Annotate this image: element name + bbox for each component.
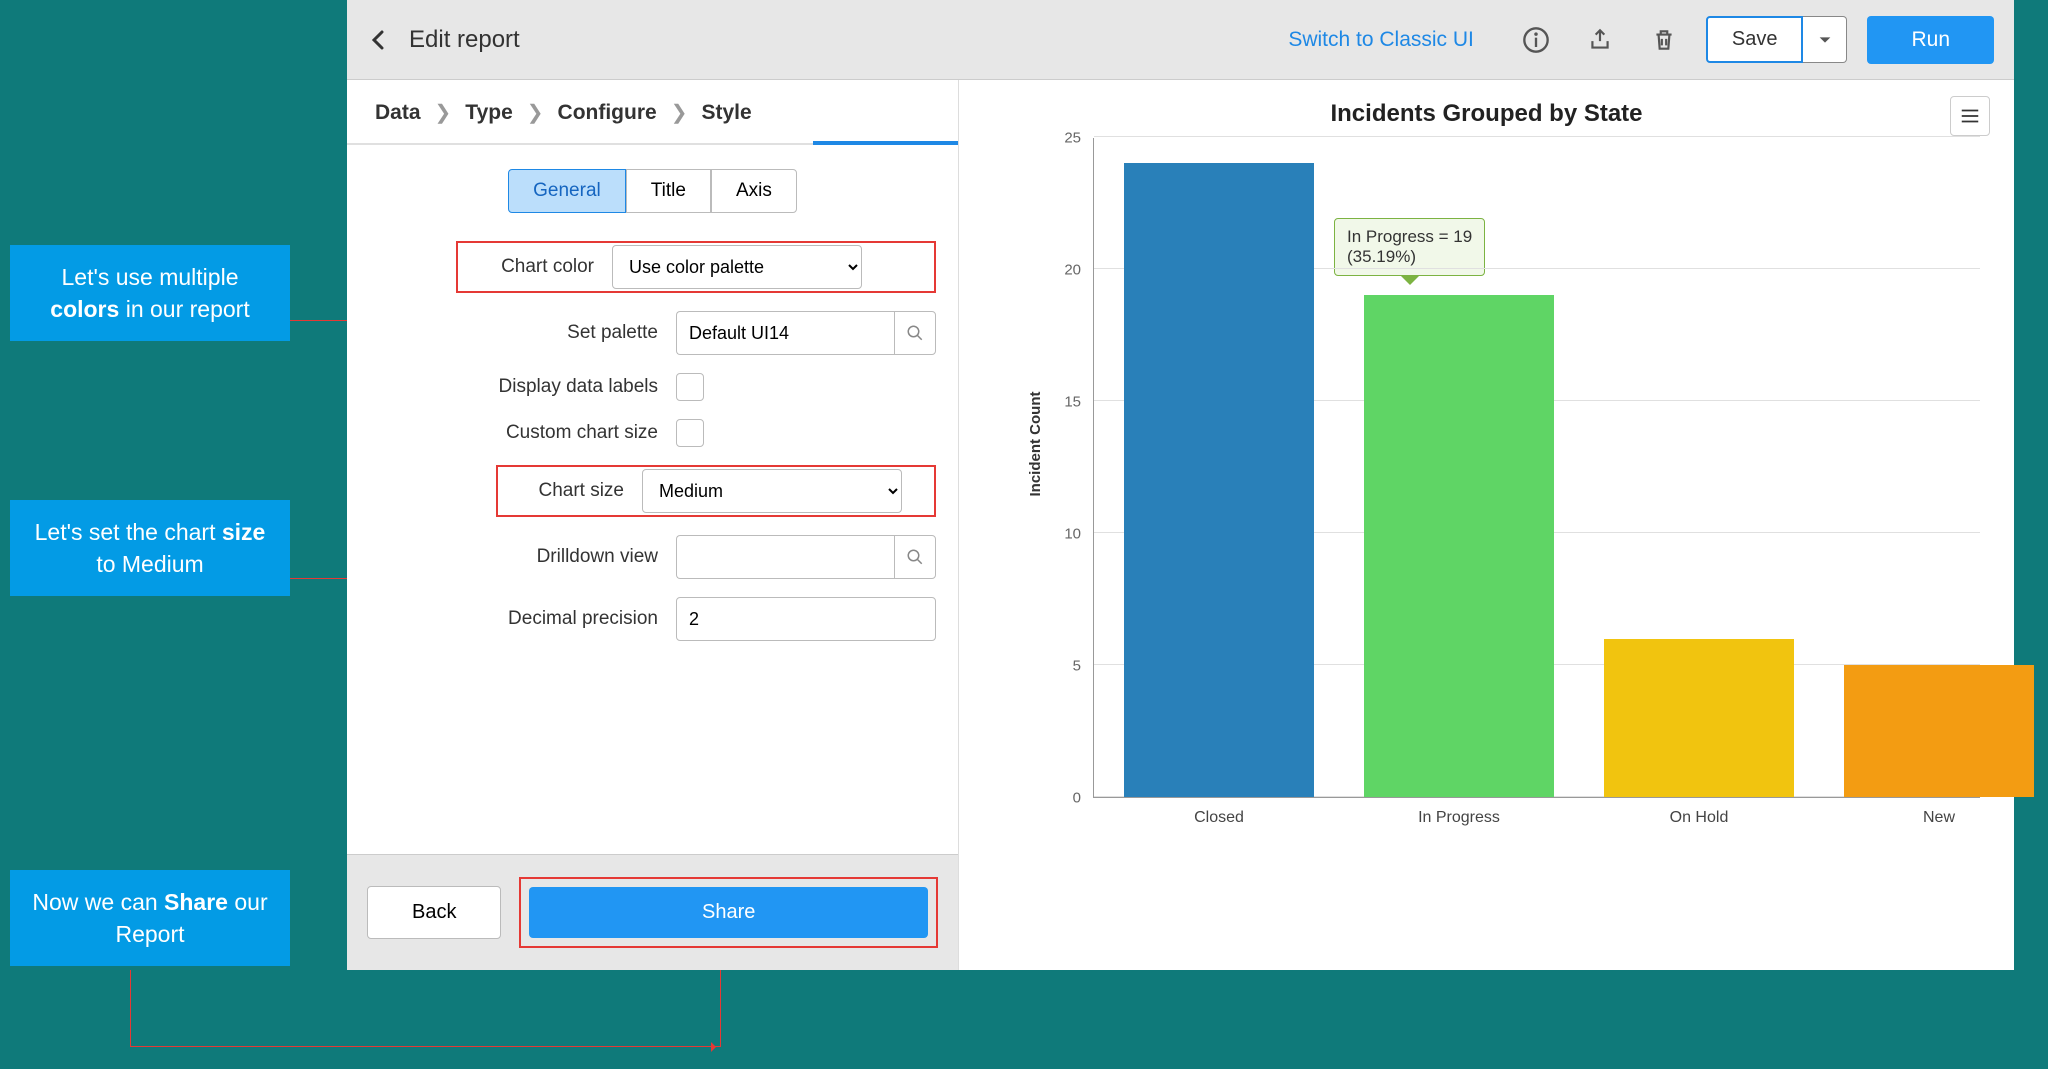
custom-size-label: Custom chart size: [448, 422, 658, 444]
chevron-right-icon: ❯: [671, 100, 688, 125]
callout-share: Now we can Share our Report: [10, 870, 290, 966]
info-icon[interactable]: [1512, 16, 1560, 64]
gridline: [1094, 136, 1980, 137]
delete-icon[interactable]: [1640, 16, 1688, 64]
x-tick: New: [1869, 809, 2009, 827]
config-panel: Data ❯ Type ❯ Configure ❯ Style General …: [347, 80, 959, 970]
save-button-group: Save: [1706, 16, 1848, 63]
chart-panel: Incidents Grouped by State Incident Coun…: [959, 80, 2014, 970]
step-configure[interactable]: Configure: [558, 101, 657, 125]
chart-area: Incident Count 0510152025 In Progress = …: [1013, 138, 1990, 838]
step-type[interactable]: Type: [465, 101, 512, 125]
topbar: Edit report Switch to Classic UI Save Ru…: [347, 0, 2014, 80]
chart-menu-icon[interactable]: [1950, 96, 1990, 136]
connector-h1: [130, 1046, 720, 1047]
back-button[interactable]: Back: [367, 886, 501, 939]
decimal-input[interactable]: [676, 597, 936, 641]
bottom-bar: Back Share: [347, 854, 958, 970]
export-icon[interactable]: [1576, 16, 1624, 64]
y-tick: 25: [1064, 130, 1081, 147]
step-style[interactable]: Style: [701, 101, 751, 125]
back-icon[interactable]: [367, 28, 391, 52]
y-axis-label: Incident Count: [1027, 392, 1044, 497]
share-highlight: Share: [519, 877, 938, 948]
display-labels-label: Display data labels: [448, 376, 658, 398]
callout-size: Let's set the chart size to Medium: [10, 500, 290, 596]
chart-size-select[interactable]: Medium: [642, 469, 902, 513]
app-window: Edit report Switch to Classic UI Save Ru…: [347, 0, 2014, 970]
y-tick: 5: [1073, 658, 1081, 675]
tab-title[interactable]: Title: [626, 169, 711, 213]
display-labels-checkbox[interactable]: [676, 373, 704, 401]
tab-axis[interactable]: Axis: [711, 169, 797, 213]
plot-area: In Progress = 19(35.19%) ClosedIn Progre…: [1093, 138, 1980, 798]
set-palette-search-icon[interactable]: [894, 311, 936, 355]
active-tab-indicator: [813, 141, 958, 145]
drilldown-input[interactable]: [676, 535, 894, 579]
chart-color-label: Chart color: [464, 256, 594, 278]
y-tick: 15: [1064, 394, 1081, 411]
bar-on-hold[interactable]: [1604, 639, 1794, 797]
bar-closed[interactable]: [1124, 163, 1314, 797]
chevron-right-icon: ❯: [527, 100, 544, 125]
run-button[interactable]: Run: [1867, 16, 1994, 64]
bar-new[interactable]: [1844, 665, 2034, 797]
y-axis: 0510152025: [1047, 138, 1087, 798]
y-tick: 0: [1073, 790, 1081, 807]
connector-v1: [130, 970, 131, 1046]
x-tick: Closed: [1149, 809, 1289, 827]
page-title: Edit report: [409, 26, 520, 54]
chart-size-label: Chart size: [504, 480, 624, 502]
style-tabs: General Title Axis: [359, 169, 946, 213]
chart-title: Incidents Grouped by State: [1330, 100, 1642, 128]
config-form: General Title Axis Chart color Use color…: [347, 145, 958, 854]
set-palette-label: Set palette: [448, 322, 658, 344]
switch-classic-link[interactable]: Switch to Classic UI: [1288, 28, 1474, 52]
x-tick: In Progress: [1389, 809, 1529, 827]
custom-size-checkbox[interactable]: [676, 419, 704, 447]
x-tick: On Hold: [1629, 809, 1769, 827]
save-button[interactable]: Save: [1706, 16, 1804, 63]
set-palette-input[interactable]: [676, 311, 894, 355]
y-tick: 10: [1064, 526, 1081, 543]
bar-in-progress[interactable]: [1364, 295, 1554, 797]
tab-general[interactable]: General: [508, 169, 626, 213]
chevron-right-icon: ❯: [435, 100, 452, 125]
callout-colors: Let's use multiple colors in our report: [10, 245, 290, 341]
connector-v2: [720, 970, 721, 1047]
step-data[interactable]: Data: [375, 101, 421, 125]
decimal-label: Decimal precision: [448, 608, 658, 630]
share-button[interactable]: Share: [529, 887, 928, 938]
save-dropdown[interactable]: [1803, 16, 1847, 63]
chart-color-select[interactable]: Use color palette: [612, 245, 862, 289]
drilldown-search-icon[interactable]: [894, 535, 936, 579]
breadcrumb: Data ❯ Type ❯ Configure ❯ Style: [347, 80, 958, 145]
y-tick: 20: [1064, 262, 1081, 279]
drilldown-label: Drilldown view: [448, 546, 658, 568]
